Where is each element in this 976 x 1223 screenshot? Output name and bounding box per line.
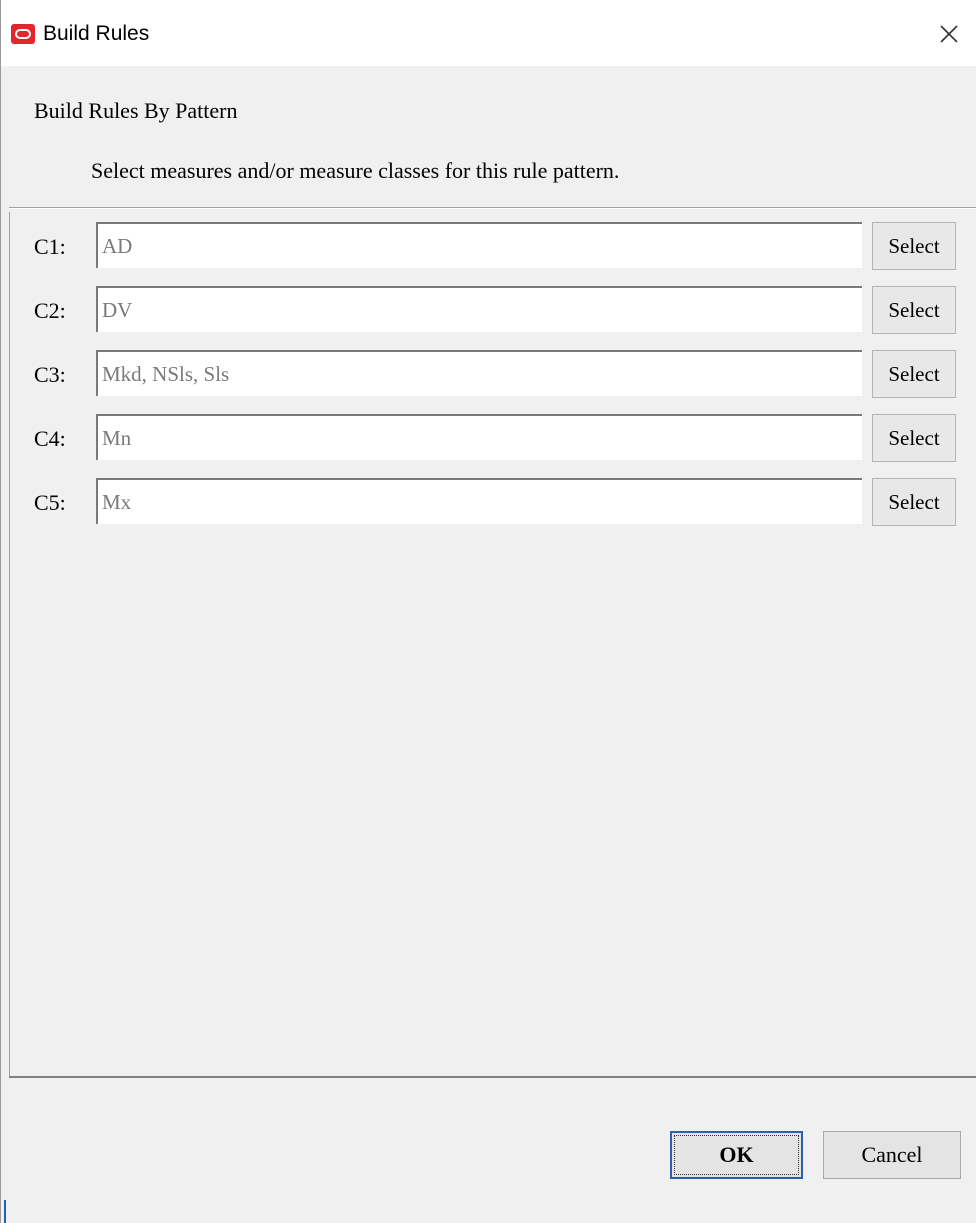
row-label: C3: xyxy=(34,362,66,387)
header-section: Build Rules By Pattern Select measures a… xyxy=(1,66,976,208)
select-button-c2[interactable]: Select xyxy=(872,286,956,334)
close-button[interactable] xyxy=(929,18,969,50)
build-rules-dialog: Build Rules Build Rules By Pattern Selec… xyxy=(0,0,976,1223)
footer-divider xyxy=(9,1076,976,1078)
row-label: C4: xyxy=(34,426,66,451)
rule-row-c2: C2: Select xyxy=(10,286,976,338)
measure-field-c5[interactable] xyxy=(96,478,862,524)
ok-button[interactable]: OK xyxy=(670,1131,803,1179)
select-button-c3[interactable]: Select xyxy=(872,350,956,398)
row-label: C5: xyxy=(34,490,66,515)
select-button-c1[interactable]: Select xyxy=(872,222,956,270)
measure-field-c2[interactable] xyxy=(96,286,862,332)
window-title: Build Rules xyxy=(43,22,150,45)
header-divider xyxy=(9,207,976,209)
title-bar[interactable]: Build Rules xyxy=(1,0,976,66)
oracle-logo-icon xyxy=(11,24,35,44)
select-button-c5[interactable]: Select xyxy=(872,478,956,526)
row-label: C2: xyxy=(34,298,66,323)
rule-pattern-panel: C1: Select C2: Select C3: Select C4: Sel… xyxy=(9,212,976,1076)
close-icon xyxy=(940,25,958,43)
measure-field-c3[interactable] xyxy=(96,350,862,396)
header-description: Select measures and/or measure classes f… xyxy=(91,158,620,183)
rule-row-c3: C3: Select xyxy=(10,350,976,402)
rule-row-c1: C1: Select xyxy=(10,222,976,274)
row-label: C1: xyxy=(34,234,66,259)
measure-field-c1[interactable] xyxy=(96,222,862,268)
measure-field-c4[interactable] xyxy=(96,414,862,460)
select-button-c4[interactable]: Select xyxy=(872,414,956,462)
window-edge-marker xyxy=(4,1200,6,1223)
header-title: Build Rules By Pattern xyxy=(34,98,238,123)
rule-row-c4: C4: Select xyxy=(10,414,976,466)
cancel-button[interactable]: Cancel xyxy=(823,1131,961,1179)
rule-row-c5: C5: Select xyxy=(10,478,976,530)
